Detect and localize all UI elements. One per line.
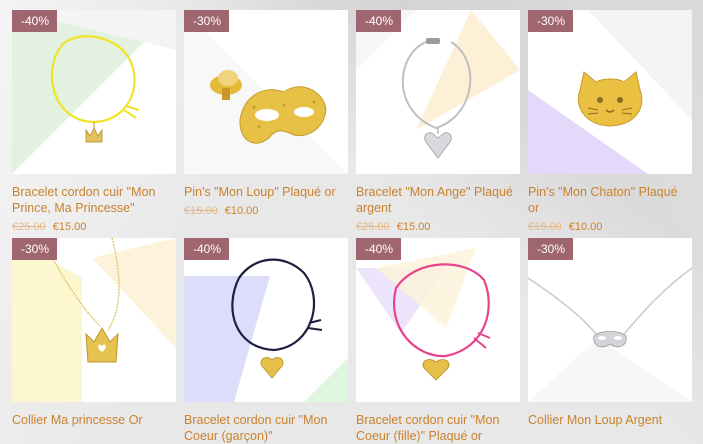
product-image[interactable]: -40% — [184, 238, 348, 402]
product-title[interactable]: Bracelet "Mon Ange" Plaqué argent — [356, 184, 520, 216]
price-row: €15.00 €10.00 — [528, 220, 692, 234]
sale-price: €10.00 — [568, 221, 603, 233]
product-image[interactable]: -30% — [528, 238, 692, 402]
product-image[interactable]: -30% — [184, 10, 348, 174]
old-price: €25.00 — [356, 221, 390, 233]
pink-cord-heart-bracelet-icon — [393, 263, 491, 381]
product-title[interactable]: Pin's "Mon Loup" Plaqué or — [184, 184, 348, 200]
discount-badge: -40% — [12, 10, 58, 32]
discount-badge: -40% — [356, 10, 402, 32]
gold-crown-necklace-icon — [41, 238, 120, 363]
product-title[interactable]: Collier Ma princesse Or — [12, 412, 176, 428]
yellow-cord-bracelet-crown-icon — [50, 35, 140, 143]
product-image[interactable]: -40% — [356, 238, 520, 402]
discount-badge: -30% — [12, 238, 58, 260]
navy-cord-heart-bracelet-icon — [231, 258, 323, 379]
old-price: €25.00 — [12, 221, 46, 233]
product-image[interactable]: -40% — [356, 10, 520, 174]
product-title[interactable]: Bracelet cordon cuir "Mon Coeur (garçon)… — [184, 412, 348, 444]
sale-price: €15.00 — [52, 221, 87, 233]
product-card[interactable]: -40% Bracelet "Mon Ange" Plaqué argent €… — [356, 10, 520, 234]
product-title[interactable]: Bracelet cordon cuir "Mon Coeur (fille)"… — [356, 412, 520, 444]
product-title[interactable]: Collier Mon Loup Argent — [528, 412, 692, 428]
price-row: €15.00 €10.00 — [184, 204, 348, 218]
product-card[interactable]: -40% Bracelet cordon cuir "Mon Coeur (fi… — [356, 238, 520, 444]
price-row: €25.00 €15.00 — [356, 220, 520, 234]
old-price: €15.00 — [528, 221, 562, 233]
product-card[interactable]: -30% Collier Ma princesse Or — [12, 238, 176, 428]
product-card[interactable]: -40% Bracelet cordon cuir "Mon Coeur (ga… — [184, 238, 348, 444]
price-row: €25.00 €15.00 — [12, 220, 176, 234]
gold-mask-pin-icon — [210, 70, 327, 144]
product-card[interactable]: -30% Pin's "Mon Loup" Plaqué or €15.00 €… — [184, 10, 348, 218]
discount-badge: -30% — [528, 10, 574, 32]
discount-badge: -40% — [356, 238, 402, 260]
product-title[interactable]: Pin's "Mon Chaton" Plaqué or — [528, 184, 692, 216]
silver-heart-bracelet-icon — [401, 38, 472, 159]
old-price: €15.00 — [184, 205, 218, 217]
discount-badge: -30% — [184, 10, 230, 32]
product-title[interactable]: Bracelet cordon cuir "Mon Prince, Ma Pri… — [12, 184, 176, 216]
sale-price: €10.00 — [224, 205, 259, 217]
silver-mask-necklace-icon — [528, 267, 692, 348]
gold-kitten-pin-icon — [577, 71, 643, 127]
product-image[interactable]: -40% — [12, 10, 176, 174]
sale-price: €15.00 — [396, 221, 431, 233]
product-card[interactable]: -30% Pin's "Mon Chaton" Plaqué or €15.00… — [528, 10, 692, 234]
product-card[interactable]: -30% Collier Mon Loup Argent — [528, 238, 692, 428]
product-card[interactable]: -40% Bracelet cordon cuir "Mon Prince, M… — [12, 10, 176, 234]
discount-badge: -40% — [184, 238, 230, 260]
product-image[interactable]: -30% — [528, 10, 692, 174]
product-image[interactable]: -30% — [12, 238, 176, 402]
discount-badge: -30% — [528, 238, 574, 260]
